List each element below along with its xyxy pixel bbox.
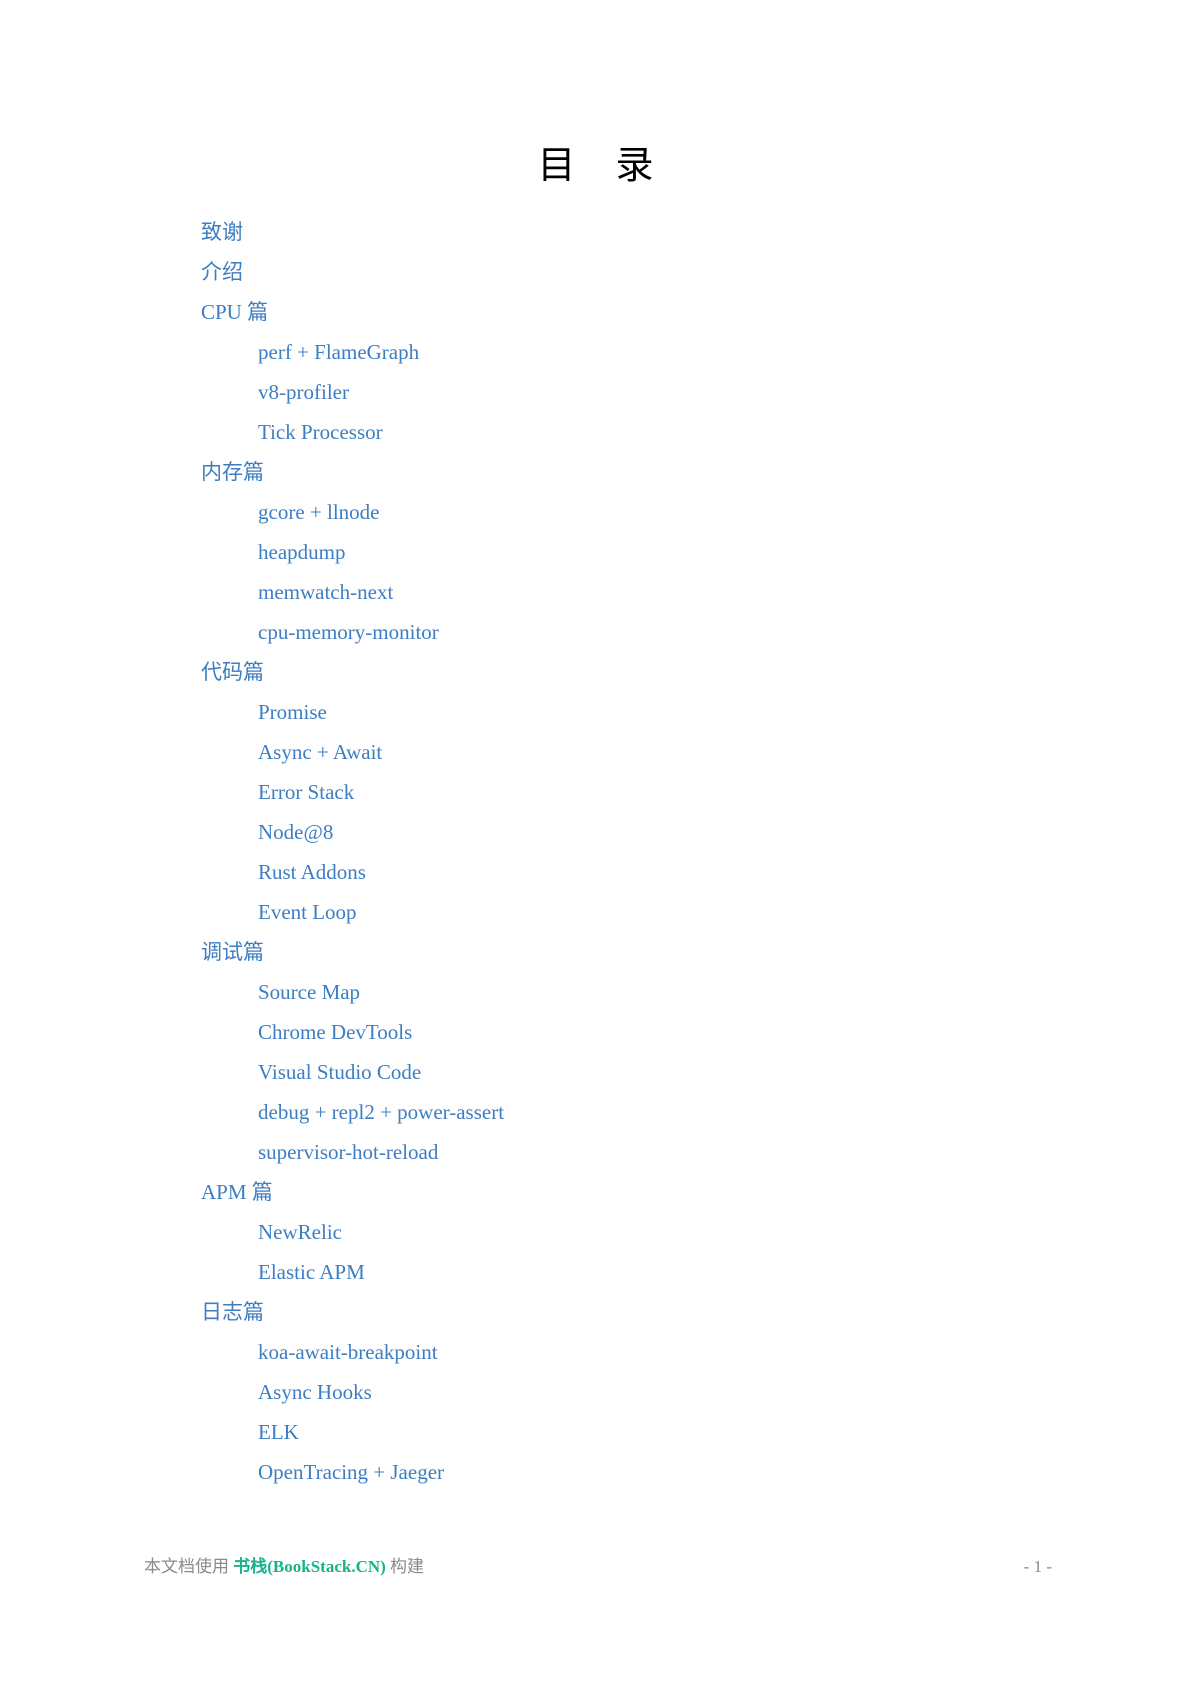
toc-section-link[interactable]: v8-profiler: [258, 376, 349, 416]
toc-section-link[interactable]: Event Loop: [258, 896, 357, 936]
toc-chapter-link[interactable]: 内存篇: [201, 456, 264, 496]
footer-prefix: 本文档使用: [144, 1557, 229, 1576]
toc-chapter-link[interactable]: 致谢: [201, 216, 243, 256]
toc-section-link[interactable]: heapdump: [258, 536, 345, 576]
toc-section-link[interactable]: perf + FlameGraph: [258, 336, 419, 376]
toc-chapter-link[interactable]: 介绍: [201, 256, 243, 296]
toc-chapter-link[interactable]: 代码篇: [201, 656, 264, 696]
toc-section-link[interactable]: ELK: [258, 1416, 299, 1456]
page-title: 目录: [537, 143, 694, 187]
toc-chapter-link[interactable]: 调试篇: [201, 936, 264, 976]
toc-section-link[interactable]: Source Map: [258, 976, 360, 1016]
footer-credit: 本文档使用 书栈(BookStack.CN) 构建: [144, 1552, 424, 1582]
page-footer: 本文档使用 书栈(BookStack.CN) 构建 - 1 -: [144, 1552, 1052, 1582]
toc-section-link[interactable]: Tick Processor: [258, 416, 383, 456]
toc-section-link[interactable]: Async + Await: [258, 736, 382, 776]
toc-section-link[interactable]: Visual Studio Code: [258, 1056, 421, 1096]
toc-chapter-link[interactable]: APM 篇: [201, 1176, 273, 1216]
toc-section-link[interactable]: memwatch-next: [258, 576, 393, 616]
footer-suffix: 构建: [390, 1557, 425, 1576]
toc-section-link[interactable]: koa-await-breakpoint: [258, 1336, 438, 1376]
toc-section-link[interactable]: Chrome DevTools: [258, 1016, 412, 1056]
toc-section-link[interactable]: Async Hooks: [258, 1376, 372, 1416]
toc-section-link[interactable]: Rust Addons: [258, 856, 366, 896]
page-number: - 1 -: [1023, 1557, 1052, 1576]
toc-chapter-link[interactable]: CPU 篇: [201, 296, 268, 336]
toc-section-link[interactable]: cpu-memory-monitor: [258, 616, 439, 656]
toc-section-link[interactable]: gcore + llnode: [258, 496, 379, 536]
toc-section-link[interactable]: Error Stack: [258, 776, 354, 816]
toc-chapter-link[interactable]: 日志篇: [201, 1296, 264, 1336]
toc-section-link[interactable]: OpenTracing + Jaeger: [258, 1456, 444, 1496]
toc-section-link[interactable]: NewRelic: [258, 1216, 342, 1256]
toc-section-link[interactable]: Node@8: [258, 816, 333, 856]
toc-section-link[interactable]: Elastic APM: [258, 1256, 365, 1296]
toc-section-link[interactable]: supervisor-hot-reload: [258, 1136, 438, 1176]
footer-brand-link[interactable]: 书栈(BookStack.CN): [233, 1557, 386, 1576]
toc-section-link[interactable]: debug + repl2 + power-assert: [258, 1096, 504, 1136]
toc-section-link[interactable]: Promise: [258, 696, 327, 736]
